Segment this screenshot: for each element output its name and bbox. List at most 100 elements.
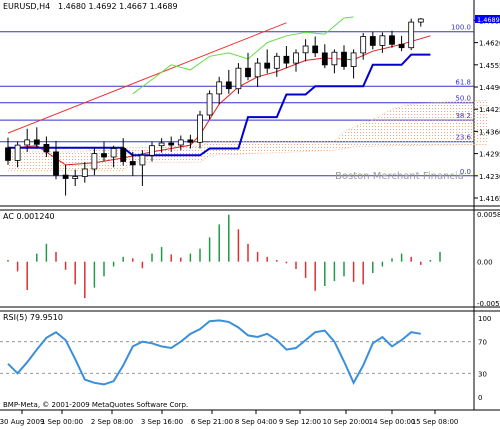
candle [417, 18, 424, 27]
candle [331, 49, 338, 74]
candle [53, 141, 59, 180]
candle-body [158, 142, 165, 147]
candle [72, 169, 79, 186]
candle-body [81, 168, 88, 177]
kumo-fill [8, 100, 488, 171]
rsi-tick-label: 30 [478, 370, 487, 378]
time-tick-label: 9 Sep 12:00 [279, 418, 321, 426]
ac-tick-label: 0.005882 [477, 211, 500, 219]
ichimoku-cloud [8, 100, 489, 172]
rsi-line: 100 70 30 0 [0, 315, 491, 402]
rsi-tick-label: 100 [478, 315, 491, 323]
candle [139, 150, 146, 186]
candle [254, 58, 261, 87]
candle [225, 69, 232, 94]
candle-body [225, 81, 232, 90]
candle-body [216, 81, 223, 95]
watermark-text: Boston Merchant Financia [335, 171, 464, 182]
fib-level-label: 100.0 [451, 24, 471, 32]
price-tick-label: 1.4620 [479, 40, 500, 48]
rsi-tick-label: 0 [478, 394, 482, 402]
ac-histogram: 0.005882 0.00 -0.0051 [7, 211, 500, 308]
candle-body [62, 174, 69, 179]
candle-body [302, 45, 309, 54]
candle-body [197, 114, 203, 143]
copyright-text: BMP-Meta, © 2001-2009 MetaQuotes Softwar… [3, 401, 188, 409]
candle-body [177, 139, 184, 146]
candle [369, 31, 376, 50]
candle [341, 45, 347, 70]
candle [350, 49, 357, 79]
chikou-span-line [132, 16, 354, 95]
candle [264, 49, 271, 74]
main-chart-title: EURUSD,H4 [3, 2, 50, 11]
candle-body [110, 148, 117, 158]
price-axis: 1.46851.46201.45551.44901.44251.43601.42… [474, 15, 500, 203]
ac-tick-label: 0.00 [477, 259, 493, 267]
candle [283, 46, 290, 69]
candle-body [254, 62, 261, 78]
price-tick-label: 1.4295 [479, 151, 500, 159]
candle [302, 39, 309, 62]
time-tick-label: 3 Sep 16:00 [141, 418, 183, 426]
candle-body [360, 36, 367, 54]
time-tick-label: 10 Sep 20:00 [323, 418, 370, 426]
candle-body [341, 51, 347, 67]
ohlc-readout: 1.4680 1.4692 1.4667 1.4689 [58, 2, 178, 11]
candle-body [168, 142, 175, 146]
candle-body [33, 139, 40, 145]
candle-body [43, 143, 50, 153]
candle-body [245, 67, 251, 78]
candle-body [101, 153, 107, 158]
ac-pane-title: AC 0.001240 [3, 212, 55, 221]
rsi-series [7, 319, 421, 386]
candle-body [14, 144, 21, 161]
candle-body [149, 145, 155, 156]
candle [197, 110, 203, 149]
price-tick-label: 1.4555 [479, 62, 500, 70]
candle [33, 127, 40, 149]
candle-body [350, 52, 357, 68]
candle-body [72, 176, 79, 179]
candle-body [417, 18, 424, 23]
rsi-tick-label: 70 [478, 339, 487, 347]
time-tick-label: 8 Sep 04:00 [235, 418, 277, 426]
chart-window: 100.061.850.038.223.60.0 0.0058820.00-0.… [0, 0, 500, 429]
candle-body [379, 35, 386, 46]
time-tick-label: 15 Sep 08:00 [412, 418, 459, 426]
candle-body [139, 154, 146, 166]
candle-body [187, 139, 194, 143]
price-tick-label: 1.4165 [479, 195, 500, 203]
candle-body [235, 67, 242, 90]
candle-body [206, 93, 213, 116]
candle-body [293, 52, 299, 64]
price-tick-label: 1.4425 [479, 106, 500, 114]
candle-body [120, 148, 127, 162]
price-tick-label: 1.4490 [479, 84, 500, 92]
candle-body [283, 55, 290, 64]
trendline[interactable] [7, 22, 287, 134]
candle-body [91, 153, 98, 170]
candle [312, 36, 319, 57]
candle-body [369, 36, 376, 46]
fib-level-label: 61.8 [455, 78, 471, 86]
rsi-pane-title: RSI(5) 79.9510 [3, 313, 63, 322]
candle [321, 44, 328, 69]
candle-body [264, 62, 271, 69]
time-tick-label: 14 Sep 00:00 [369, 418, 416, 426]
candle-body [331, 51, 338, 66]
time-axis: 30 Aug 20091 Sep 00:00 2 Sep 08:00 3 Sep 1… [0, 410, 458, 426]
time-tick-label: 6 Sep 21:00 [191, 418, 233, 426]
candle [389, 30, 395, 48]
candle-body [24, 139, 31, 146]
candle-body [389, 35, 395, 45]
candle-body [408, 21, 415, 49]
candle [120, 138, 127, 166]
price-tick-label: 1.4230 [479, 173, 500, 181]
price-tick-label: 1.4360 [479, 128, 500, 136]
current-price-label: 1.4689 [477, 16, 500, 24]
candle-body [129, 161, 136, 166]
candle [273, 52, 280, 77]
ac-tick-label: -0.0051 [477, 300, 500, 308]
candle-body [321, 52, 328, 66]
